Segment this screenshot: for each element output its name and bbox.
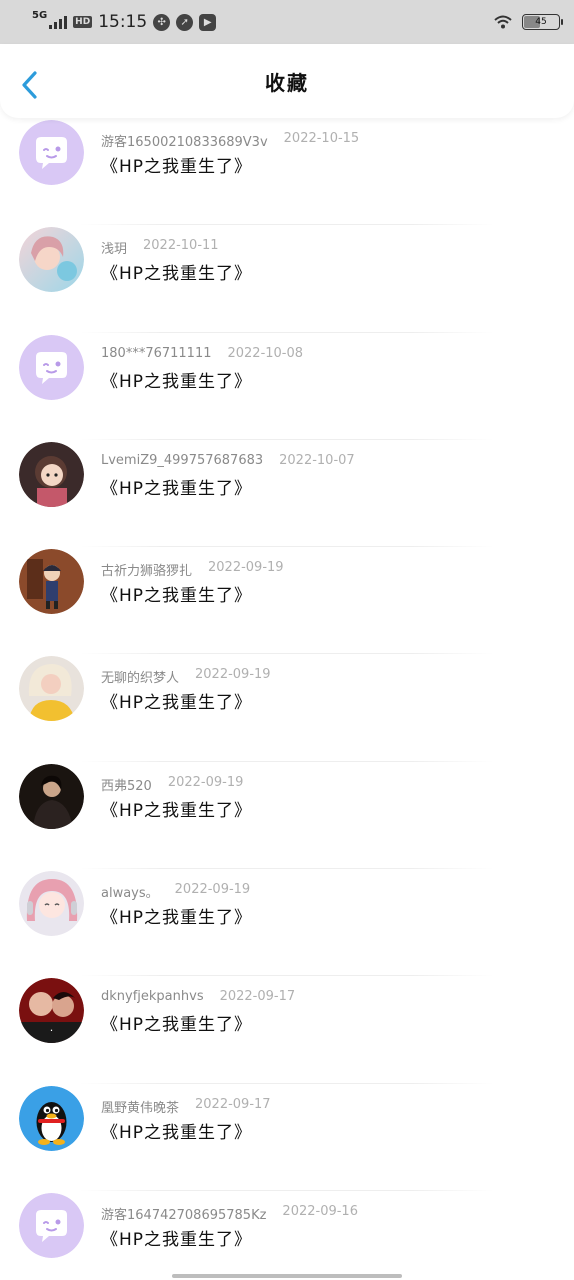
favorite-date: 2022-10-07: [279, 452, 355, 468]
favorites-list: 游客16500210833689V3v 2022-10-15 《HP之我重生了》 浅玥…: [0, 118, 574, 1280]
favorite-meta: 浅玥 2022-10-11: [101, 238, 219, 257]
favorite-date: 2022-09-17: [219, 989, 296, 1005]
wifi-icon: [494, 15, 512, 29]
play-icon: ▶: [199, 13, 217, 31]
book-title[interactable]: 《HP之我重生了》: [101, 581, 252, 606]
avatar[interactable]: [19, 227, 84, 293]
favorite-date: 2022-10-11: [143, 238, 219, 254]
page-title: 收藏: [265, 70, 309, 95]
book-title[interactable]: 《HP之我重生了》: [101, 1225, 252, 1250]
favorite-item[interactable]: 180***76711111 2022-10-08 《HP之我重生了》: [0, 333, 574, 440]
favorite-item[interactable]: 凰野黄伟晚茶 2022-09-17 《HP之我重生了》: [0, 1084, 574, 1191]
favorite-item[interactable]: 浅玥 2022-10-11 《HP之我重生了》: [0, 225, 574, 333]
book-title[interactable]: 《HP之我重生了》: [101, 259, 252, 284]
avatar[interactable]: [19, 1085, 84, 1151]
username: LvemiZ9_499757687683: [101, 452, 264, 468]
favorite-date: 2022-09-16: [282, 1203, 358, 1219]
username: 游客16500210833689V3v: [101, 135, 268, 150]
username: 无聊的织梦人: [101, 671, 180, 687]
book-title[interactable]: 《HP之我重生了》: [101, 367, 252, 392]
network-type: 5G: [32, 10, 48, 21]
username: dknyfjekpanhvs: [101, 989, 204, 1005]
favorite-item[interactable]: always。 2022-09-19 《HP之我重生了》: [0, 869, 574, 977]
favorite-item[interactable]: 游客164742708695785Kz 2022-09-16 《HP之我重生了》: [0, 1191, 574, 1280]
book-title[interactable]: 《HP之我重生了》: [101, 1010, 252, 1035]
favorite-meta: 古祈力狮骆猡扎 2022-09-19: [101, 560, 284, 579]
compass-icon: ➚: [176, 13, 194, 31]
avatar[interactable]: [19, 763, 84, 829]
book-title[interactable]: 《HP之我重生了》: [101, 796, 252, 821]
book-title[interactable]: 《HP之我重生了》: [101, 152, 252, 177]
favorite-date: 2022-09-19: [174, 882, 251, 898]
username: 游客164742708695785Kz: [101, 1207, 267, 1223]
username: 古祈力狮骆猡扎: [101, 564, 193, 580]
signal-icon: [49, 15, 68, 29]
username: 西弗520: [101, 778, 152, 794]
favorite-meta: 凰野黄伟晚茶 2022-09-17: [101, 1097, 271, 1116]
favorite-item[interactable]: LvemiZ9_499757687683 2022-10-07 《HP之我重生了》: [0, 440, 574, 548]
back-button[interactable]: [18, 70, 42, 100]
favorite-item[interactable]: 西弗520 2022-09-19 《HP之我重生了》: [0, 762, 574, 870]
app-header: 收藏: [0, 44, 574, 118]
status-time: 15:15: [98, 12, 148, 32]
favorite-date: 2022-09-17: [195, 1096, 271, 1112]
book-title[interactable]: 《HP之我重生了》: [101, 688, 252, 713]
avatar[interactable]: ·: [19, 978, 84, 1044]
status-left: 5G HD 15:15 ✣ ➚ ▶: [32, 10, 217, 32]
username: 180***76711111: [101, 345, 212, 361]
favorite-meta: 西弗520 2022-09-19: [101, 775, 243, 794]
favorite-item[interactable]: · dknyfjekpanhvs 2022-09-17 《HP之我重生了》: [0, 976, 574, 1084]
favorite-meta: always。 2022-09-19: [101, 882, 250, 901]
avatar[interactable]: [19, 549, 84, 615]
hd-badge: HD: [73, 16, 93, 28]
svg-text:·: ·: [50, 1024, 54, 1037]
favorite-date: 2022-10-15: [283, 131, 360, 146]
favorite-item[interactable]: 古祈力狮骆猡扎 2022-09-19 《HP之我重生了》: [0, 547, 574, 655]
username: 浅玥: [101, 242, 128, 258]
favorite-date: 2022-09-19: [167, 774, 244, 790]
favorite-item[interactable]: 游客16500210833689V3v 2022-10-15 《HP之我重生了》: [0, 118, 574, 226]
favorite-meta: 180***76711111 2022-10-08: [101, 346, 303, 361]
favorite-date: 2022-10-08: [227, 345, 304, 361]
favorite-meta: dknyfjekpanhvs 2022-09-17: [101, 989, 295, 1004]
avatar[interactable]: [19, 1192, 84, 1258]
favorite-item[interactable]: 无聊的织梦人 2022-09-19 《HP之我重生了》: [0, 654, 574, 762]
avatar[interactable]: [19, 120, 84, 185]
fan-icon: ✣: [153, 13, 171, 31]
battery-icon: 45: [522, 14, 563, 30]
favorite-meta: 游客164742708695785Kz 2022-09-16: [101, 1204, 358, 1223]
avatar[interactable]: [19, 871, 84, 937]
favorite-meta: 无聊的织梦人 2022-09-19: [101, 667, 271, 686]
battery-level: 45: [535, 17, 547, 27]
favorite-date: 2022-09-19: [195, 667, 271, 683]
book-title[interactable]: 《HP之我重生了》: [101, 474, 252, 499]
favorite-meta: LvemiZ9_499757687683 2022-10-07: [101, 453, 355, 468]
username: always。: [101, 886, 159, 902]
book-title[interactable]: 《HP之我重生了》: [101, 903, 252, 928]
status-bar: 5G HD 15:15 ✣ ➚ ▶ 45: [0, 0, 574, 44]
avatar[interactable]: [19, 656, 84, 722]
home-indicator[interactable]: [172, 1274, 402, 1278]
avatar[interactable]: [19, 441, 84, 507]
username: 凰野黄伟晚茶: [101, 1100, 180, 1116]
book-title[interactable]: 《HP之我重生了》: [101, 1118, 252, 1143]
favorite-meta: 游客16500210833689V3v 2022-10-15: [101, 131, 359, 150]
status-right: 45: [494, 14, 563, 30]
avatar[interactable]: [19, 334, 84, 400]
favorite-date: 2022-09-19: [208, 560, 284, 576]
